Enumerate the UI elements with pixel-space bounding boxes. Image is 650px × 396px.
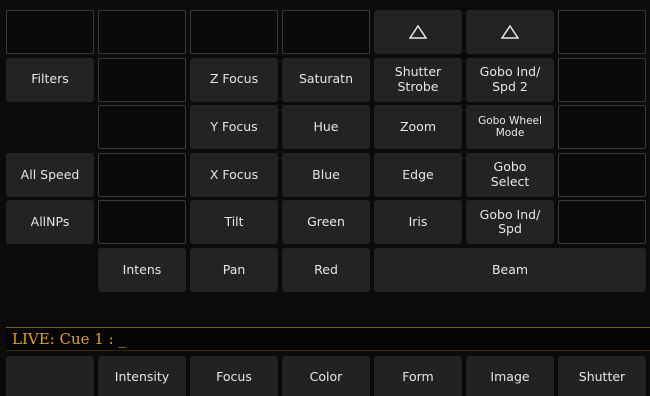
intens-button[interactable]: Intens <box>98 247 186 292</box>
empty-slot <box>558 10 646 54</box>
blue-button[interactable]: Blue <box>282 152 370 197</box>
empty-slot <box>98 105 186 150</box>
tab-intensity[interactable]: Intensity <box>98 356 186 396</box>
green-button[interactable]: Green <box>282 200 370 245</box>
saturation-button[interactable]: Saturatn <box>282 57 370 102</box>
empty-slot <box>558 200 646 245</box>
empty-slot <box>558 57 646 102</box>
beam-button[interactable]: Beam <box>374 247 646 292</box>
allnps-button[interactable]: AllNPs <box>6 200 94 245</box>
shutter-strobe-button[interactable]: Shutter Strobe <box>374 57 462 102</box>
tab-focus[interactable]: Focus <box>190 356 278 396</box>
parameter-category-tabs: Intensity Focus Color Form Image Shutter <box>6 356 650 396</box>
empty-slot <box>6 105 94 149</box>
tab-color[interactable]: Color <box>282 356 370 396</box>
tilt-button[interactable]: Tilt <box>190 200 278 245</box>
tab-blank[interactable] <box>6 356 94 396</box>
gobo-ind-spd-2-button[interactable]: Gobo Ind/ Spd 2 <box>466 57 554 102</box>
gobo-select-button[interactable]: Gobo Select <box>466 152 554 197</box>
pan-button[interactable]: Pan <box>190 247 278 292</box>
y-focus-button[interactable]: Y Focus <box>190 105 278 150</box>
empty-slot <box>98 57 186 102</box>
empty-slot <box>558 152 646 197</box>
page-up-button[interactable] <box>466 10 554 54</box>
gobo-wheel-mode-button[interactable]: Gobo Wheel Mode <box>466 105 554 150</box>
empty-slot <box>98 10 186 54</box>
parameter-grid: Filters Z Focus Saturatn Shutter Strobe … <box>6 10 646 294</box>
up-arrow-icon <box>501 25 519 39</box>
filters-button[interactable]: Filters <box>6 57 94 102</box>
edge-button[interactable]: Edge <box>374 152 462 197</box>
empty-slot <box>190 10 278 54</box>
empty-slot <box>6 248 94 292</box>
gobo-ind-spd-button[interactable]: Gobo Ind/ Spd <box>466 200 554 245</box>
empty-slot <box>282 10 370 54</box>
iris-button[interactable]: Iris <box>374 200 462 245</box>
empty-slot <box>6 10 94 54</box>
tab-image[interactable]: Image <box>466 356 554 396</box>
empty-slot <box>98 152 186 197</box>
page-up-button[interactable] <box>374 10 462 54</box>
command-line[interactable]: LIVE: Cue 1 : _ <box>6 327 650 351</box>
tab-shutter[interactable]: Shutter <box>558 356 646 396</box>
empty-slot <box>558 105 646 150</box>
x-focus-button[interactable]: X Focus <box>190 152 278 197</box>
empty-slot <box>98 200 186 245</box>
all-speed-button[interactable]: All Speed <box>6 152 94 197</box>
tab-form[interactable]: Form <box>374 356 462 396</box>
hue-button[interactable]: Hue <box>282 105 370 150</box>
z-focus-button[interactable]: Z Focus <box>190 57 278 102</box>
red-button[interactable]: Red <box>282 247 370 292</box>
up-arrow-icon <box>409 25 427 39</box>
zoom-button[interactable]: Zoom <box>374 105 462 150</box>
